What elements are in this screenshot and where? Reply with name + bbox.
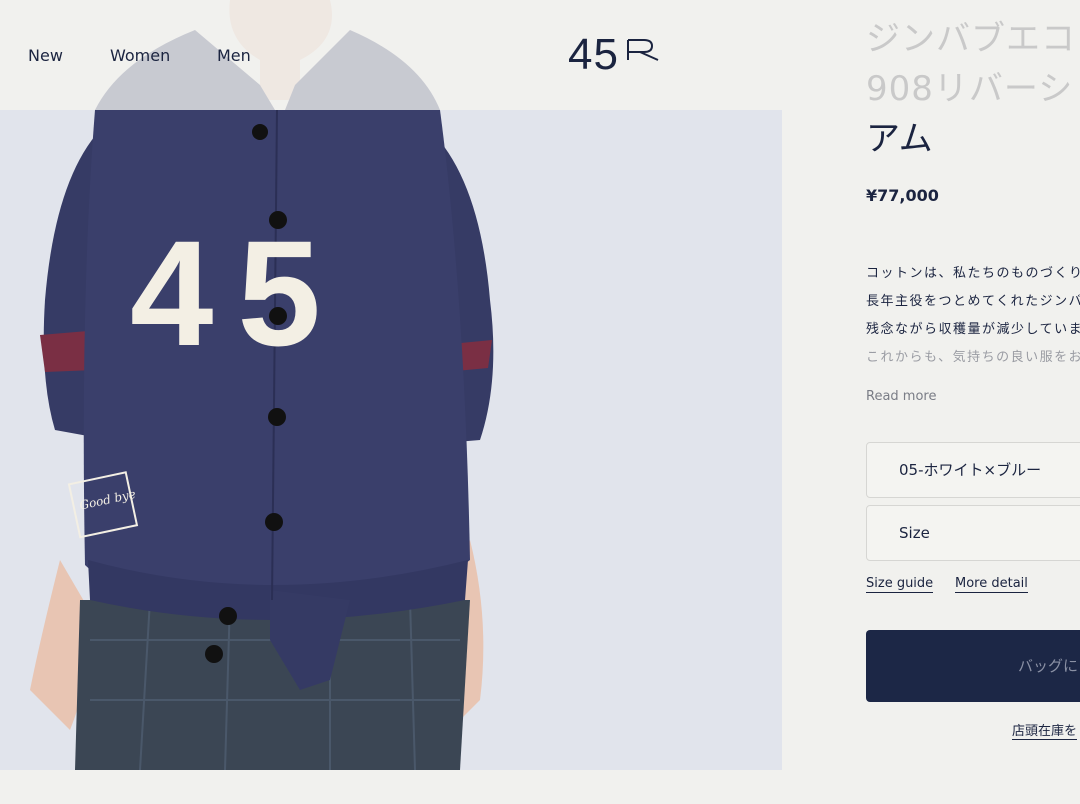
- chest-number: 45: [130, 209, 345, 377]
- description-line: 長年主役をつとめてくれたジンバ: [866, 294, 1080, 309]
- title-line-1: ジンバブエコ: [866, 19, 1076, 59]
- nav-new[interactable]: New: [28, 46, 63, 65]
- description-line: コットンは、私たちのものづくり: [866, 266, 1080, 281]
- product-info: ジンバブエコ 908リバーシ アム ¥77,000 コットンは、私たちのものづく…: [866, 0, 1080, 804]
- description-line: これからも、気持ちの良い服をお: [866, 350, 1080, 365]
- nav-men[interactable]: Men: [217, 46, 251, 65]
- brand-logo[interactable]: 45: [568, 30, 619, 80]
- store-stock-link[interactable]: 店頭在庫を: [1012, 720, 1078, 740]
- read-more-link[interactable]: Read more: [866, 389, 936, 404]
- product-title: ジンバブエコ 908リバーシ アム: [866, 14, 1076, 164]
- site-header: New Women Men 45: [0, 0, 782, 110]
- product-image[interactable]: 45 Good bye: [0, 110, 782, 770]
- add-to-bag-button[interactable]: バッグに: [866, 630, 1080, 702]
- color-select[interactable]: 05-ホワイト×ブルー: [866, 442, 1080, 498]
- product-description: コットンは、私たちのものづくり 長年主役をつとめてくれたジンバ 残念ながら収穫量…: [866, 260, 1080, 372]
- size-select[interactable]: Size: [866, 505, 1080, 561]
- logo-r-icon: [627, 39, 659, 61]
- title-line-3: アム: [866, 119, 934, 159]
- product-price: ¥77,000: [866, 186, 939, 205]
- nav-women[interactable]: Women: [110, 46, 170, 65]
- jacket-illustration: 45 Good bye: [30, 110, 494, 770]
- size-guide-link[interactable]: Size guide: [866, 576, 934, 593]
- description-line: 残念ながら収穫量が減少していま: [866, 322, 1080, 337]
- more-detail-link[interactable]: More detail: [955, 576, 1028, 593]
- title-line-2: 908リバーシ: [866, 69, 1074, 109]
